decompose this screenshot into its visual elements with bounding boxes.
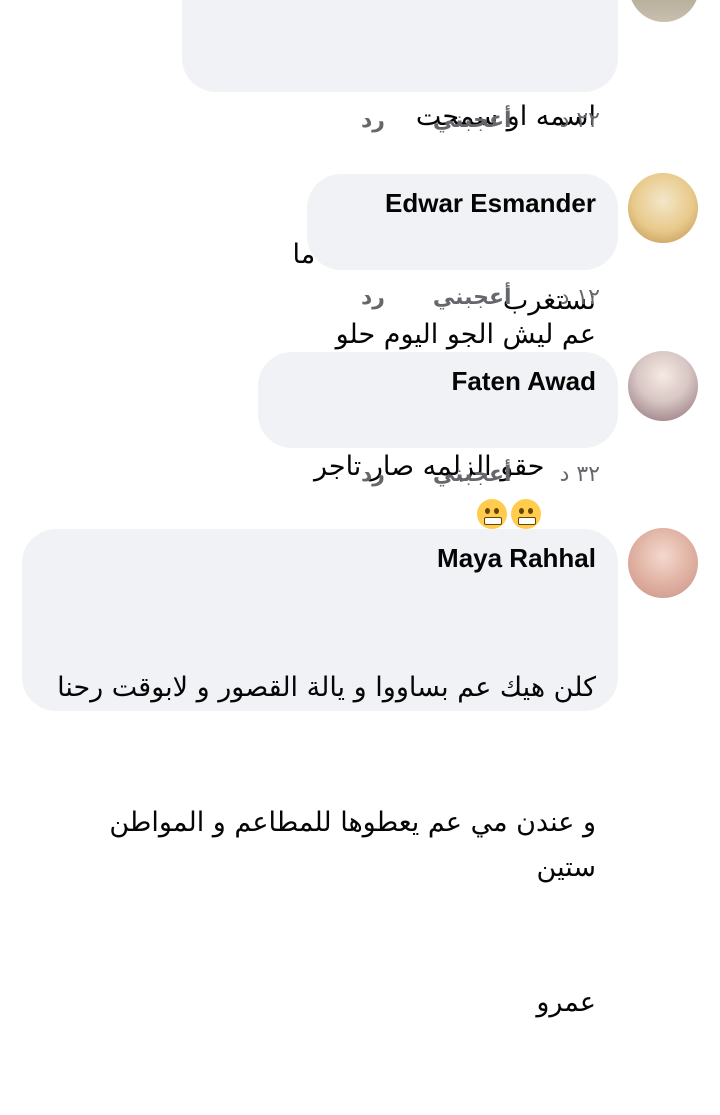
comment-line: و عندن مي عم يعطوها للمطاعم و المواطن ست… bbox=[100, 807, 596, 883]
reply-button[interactable]: رد bbox=[361, 108, 385, 133]
like-button[interactable]: أعجبني bbox=[433, 285, 512, 310]
comment-bubble: Maya Rahhal كلن هيك عم بساووا و يالة الق… bbox=[22, 529, 618, 1018]
like-button[interactable]: أعجبني bbox=[433, 108, 512, 133]
comment-line: كلن هيك عم بساووا و يالة القصور و لابوقت… bbox=[57, 672, 596, 703]
comment-actions: ١٢ د أعجبني رد bbox=[361, 285, 600, 310]
reply-button[interactable]: رد bbox=[361, 285, 385, 310]
comment-actions: ٢٢ د أعجبني رد bbox=[361, 108, 600, 133]
comment-bubble: Edwar Esmander عم ليش الجو اليوم حلو bbox=[307, 174, 618, 350]
author-name[interactable]: Faten Awad bbox=[280, 364, 596, 398]
timestamp[interactable]: ١٢ د bbox=[560, 285, 600, 310]
zipper-mouth-face-icon bbox=[476, 498, 507, 529]
comment-actions: ٣٢ د أعجبني رد bbox=[361, 462, 600, 487]
comment-line: عمرو bbox=[536, 987, 596, 1018]
zipper-mouth-face-icon bbox=[510, 498, 541, 529]
comment-bubble: اسمه او سمحت مشان لما يستلم منصب ما نستغ… bbox=[182, 0, 618, 316]
avatar[interactable] bbox=[628, 528, 698, 598]
avatar[interactable] bbox=[629, 0, 699, 22]
like-button[interactable]: أعجبني bbox=[433, 462, 512, 487]
reply-button[interactable]: رد bbox=[361, 462, 385, 487]
avatar[interactable] bbox=[628, 351, 698, 421]
author-name[interactable]: Edwar Esmander bbox=[329, 186, 596, 220]
comment-bubble: Faten Awad حقو الزلمه صار تاجر bbox=[258, 352, 618, 529]
author-name[interactable]: Maya Rahhal bbox=[44, 541, 596, 575]
comment-text: كلن هيك عم بساووا و يالة القصور و لابوقت… bbox=[44, 575, 596, 1115]
timestamp[interactable]: ٣٢ د bbox=[560, 462, 600, 487]
avatar[interactable] bbox=[628, 173, 698, 243]
timestamp[interactable]: ٢٢ د bbox=[560, 108, 600, 133]
